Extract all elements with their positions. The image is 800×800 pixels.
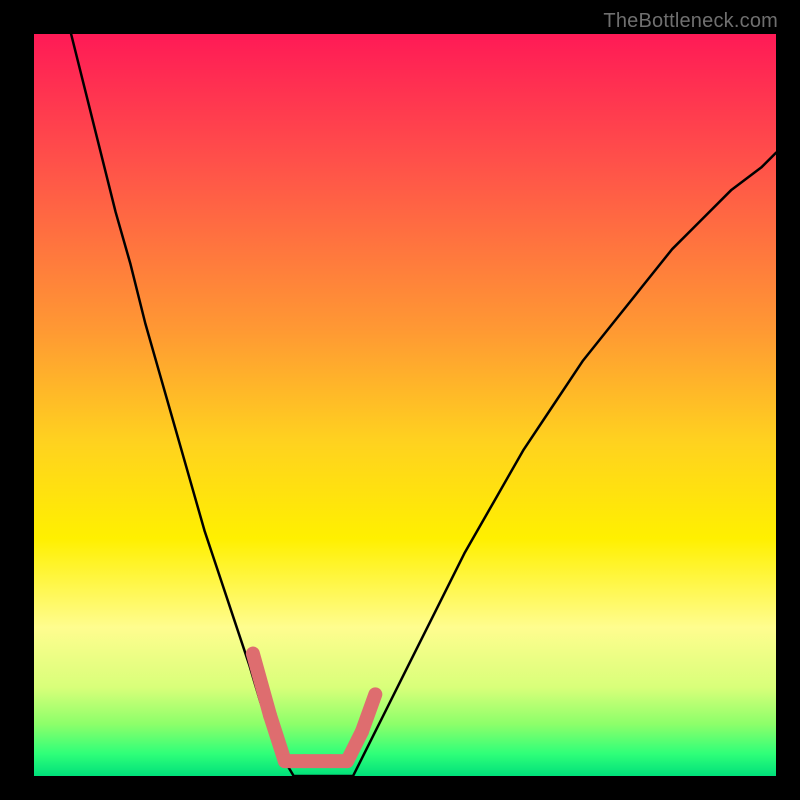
marker-segment — [270, 715, 285, 761]
marker-segment — [253, 654, 270, 716]
watermark-text: TheBottleneck.com — [603, 10, 778, 33]
curve-svg — [34, 34, 776, 776]
marker-layer — [253, 654, 375, 762]
bottleneck-curve — [71, 34, 776, 776]
marker-segment — [362, 694, 375, 731]
plot-area — [34, 34, 776, 776]
chart-frame: TheBottleneck.com — [0, 0, 800, 800]
curve-layer — [71, 34, 776, 776]
